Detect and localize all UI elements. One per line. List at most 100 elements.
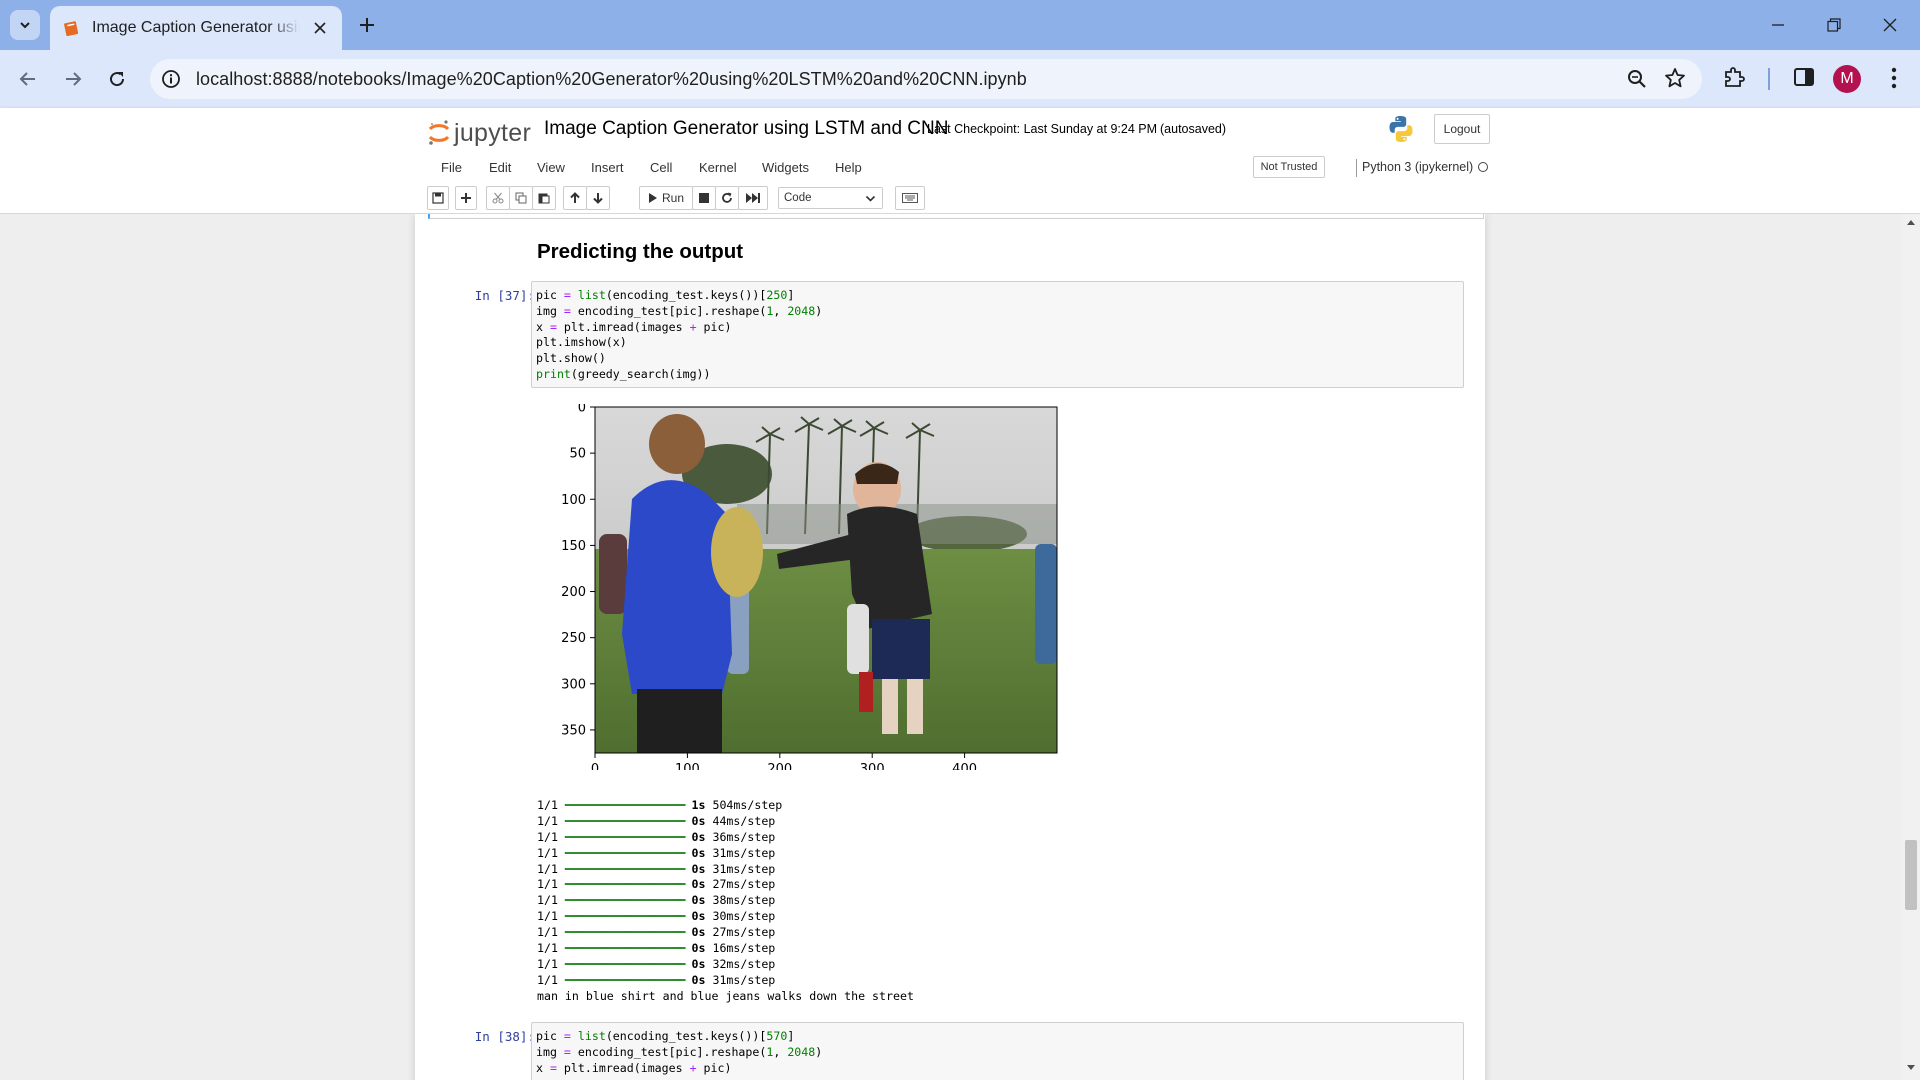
progress-bar: ━━━━━━━━━━━━━━━━━━━━ xyxy=(564,829,686,844)
run-button[interactable]: Run xyxy=(639,186,693,210)
minimize-button[interactable] xyxy=(1750,0,1806,50)
restart-kernel-button[interactable] xyxy=(715,186,739,210)
y-tick-label: 50 xyxy=(569,447,586,462)
code-cell-input[interactable]: pic = list(encoding_test.keys())[250] im… xyxy=(531,281,1464,388)
notebook-page: Predicting the output In [37]: pic = lis… xyxy=(415,214,1485,1080)
markdown-heading[interactable]: Predicting the output xyxy=(537,240,743,264)
insert-cell-button[interactable] xyxy=(455,186,477,210)
progress-step: 1/1 xyxy=(537,845,565,860)
progress-rate: 38ms/step xyxy=(705,893,776,908)
paste-button[interactable] xyxy=(532,186,556,210)
close-window-button[interactable] xyxy=(1862,0,1918,50)
progress-bar: ━━━━━━━━━━━━━━━━━━━━ xyxy=(564,909,686,924)
code-line: img = encoding_test[pic].reshape(1, 2048… xyxy=(536,303,823,318)
trust-notebook-button[interactable]: Not Trusted xyxy=(1253,156,1325,178)
scrollbar-thumb[interactable] xyxy=(1905,840,1917,910)
y-tick-label: 150 xyxy=(561,539,586,554)
menu-icon[interactable] xyxy=(1882,64,1906,92)
move-down-button[interactable] xyxy=(586,186,610,210)
jupyter-logo-text: jupyter xyxy=(454,118,532,147)
close-tab-button[interactable] xyxy=(310,18,330,38)
save-button[interactable] xyxy=(427,186,449,210)
menu-help[interactable]: Help xyxy=(835,160,862,175)
menu-view[interactable]: View xyxy=(537,160,565,175)
keyboard-icon xyxy=(902,193,918,203)
code-line: print(greedy_search(img)) xyxy=(536,366,711,381)
tab-search-button[interactable] xyxy=(10,10,40,40)
jupyter-favicon-icon xyxy=(64,21,79,36)
browser-toolbar: localhost:8888/notebooks/Image%20Caption… xyxy=(0,50,1920,108)
progress-rate: 31ms/step xyxy=(705,972,776,987)
progress-rate: 36ms/step xyxy=(705,829,776,844)
code-cell-input[interactable]: pic = list(encoding_test.keys())[570] im… xyxy=(531,1022,1464,1080)
progress-step: 1/1 xyxy=(537,877,565,892)
paste-icon xyxy=(538,193,550,204)
progress-line: 1/1 ━━━━━━━━━━━━━━━━━━━━ 0s 44ms/step xyxy=(537,814,914,830)
code-line: pic = list(encoding_test.keys())[250] xyxy=(536,288,795,302)
progress-step: 1/1 xyxy=(537,909,565,924)
scroll-up-arrow-icon[interactable] xyxy=(1906,218,1916,226)
jupyter-logo[interactable]: jupyter xyxy=(428,116,531,150)
code-line: x = plt.imread(images + pic) xyxy=(536,319,732,334)
minimize-icon xyxy=(1772,24,1784,26)
forward-button[interactable] xyxy=(56,62,90,96)
progress-rate: 44ms/step xyxy=(705,813,776,828)
progress-bar: ━━━━━━━━━━━━━━━━━━━━ xyxy=(564,877,686,892)
restore-button[interactable] xyxy=(1806,0,1862,50)
notebook-name[interactable]: Image Caption Generator using LSTM and C… xyxy=(542,114,950,144)
cell-type-select[interactable]: Code xyxy=(778,187,883,209)
zoom-icon[interactable] xyxy=(1626,68,1648,90)
y-tick-label: 250 xyxy=(561,631,586,646)
progress-step: 1/1 xyxy=(537,956,565,971)
interrupt-kernel-button[interactable] xyxy=(692,186,716,210)
address-bar[interactable]: localhost:8888/notebooks/Image%20Caption… xyxy=(150,59,1702,99)
progress-step: 1/1 xyxy=(537,798,565,812)
run-all-button[interactable] xyxy=(738,186,768,210)
move-up-icon xyxy=(570,192,580,203)
scroll-down-arrow-icon[interactable] xyxy=(1906,1064,1916,1072)
notebook-toolbar: Run Code xyxy=(425,184,1495,214)
menu-file[interactable]: File xyxy=(441,160,462,175)
y-tick-label: 350 xyxy=(561,723,586,738)
progress-rate: 504ms/step xyxy=(705,798,783,812)
cell-output-text: 1/1 ━━━━━━━━━━━━━━━━━━━━ 1s 504ms/step 1/… xyxy=(537,798,914,1005)
site-info-button[interactable] xyxy=(160,68,182,90)
close-icon xyxy=(314,22,326,34)
jupyter-logo-icon xyxy=(428,120,450,145)
cut-button[interactable] xyxy=(486,186,510,210)
cell-type-value: Code xyxy=(784,192,812,204)
move-up-button[interactable] xyxy=(563,186,587,210)
page-scrollbar[interactable] xyxy=(1902,214,1920,1080)
menu-insert[interactable]: Insert xyxy=(591,160,624,175)
menu-cell[interactable]: Cell xyxy=(650,160,672,175)
menu-widgets[interactable]: Widgets xyxy=(762,160,809,175)
chevron-down-icon xyxy=(865,195,876,202)
menu-edit[interactable]: Edit xyxy=(489,160,511,175)
code-line: pic = list(encoding_test.keys())[570] xyxy=(536,1029,795,1043)
copy-button[interactable] xyxy=(509,186,533,210)
progress-rate: 30ms/step xyxy=(705,909,776,924)
side-panel-icon[interactable] xyxy=(1792,65,1816,89)
browser-tab-active[interactable]: Image Caption Generator using LSTM and C… xyxy=(50,6,342,50)
new-tab-button[interactable] xyxy=(352,10,382,40)
x-axis-ticks: 0 100 200 300 400 xyxy=(591,753,977,770)
back-button[interactable] xyxy=(11,62,45,96)
progress-time: 0s xyxy=(684,829,706,844)
copy-icon xyxy=(515,192,527,204)
progress-line: 1/1 ━━━━━━━━━━━━━━━━━━━━ 0s 31ms/step xyxy=(537,846,914,862)
reload-button[interactable] xyxy=(100,62,134,96)
progress-time: 0s xyxy=(684,877,706,892)
logout-button[interactable]: Logout xyxy=(1434,114,1490,144)
menu-kernel[interactable]: Kernel xyxy=(699,160,737,175)
y-axis-ticks: 0 50 100 150 200 250 300 350 xyxy=(561,404,595,738)
run-all-icon xyxy=(746,193,760,203)
command-palette-button[interactable] xyxy=(895,186,925,210)
profile-avatar[interactable]: M xyxy=(1833,65,1861,93)
progress-time: 0s xyxy=(684,813,706,828)
autosave-status: (autosaved) xyxy=(1160,122,1227,136)
extensions-icon[interactable] xyxy=(1722,65,1746,89)
star-icon[interactable] xyxy=(1664,67,1686,89)
progress-bar: ━━━━━━━━━━━━━━━━━━━━ xyxy=(564,925,686,940)
y-tick-label: 300 xyxy=(561,677,586,692)
url-text[interactable]: localhost:8888/notebooks/Image%20Caption… xyxy=(196,69,1027,90)
